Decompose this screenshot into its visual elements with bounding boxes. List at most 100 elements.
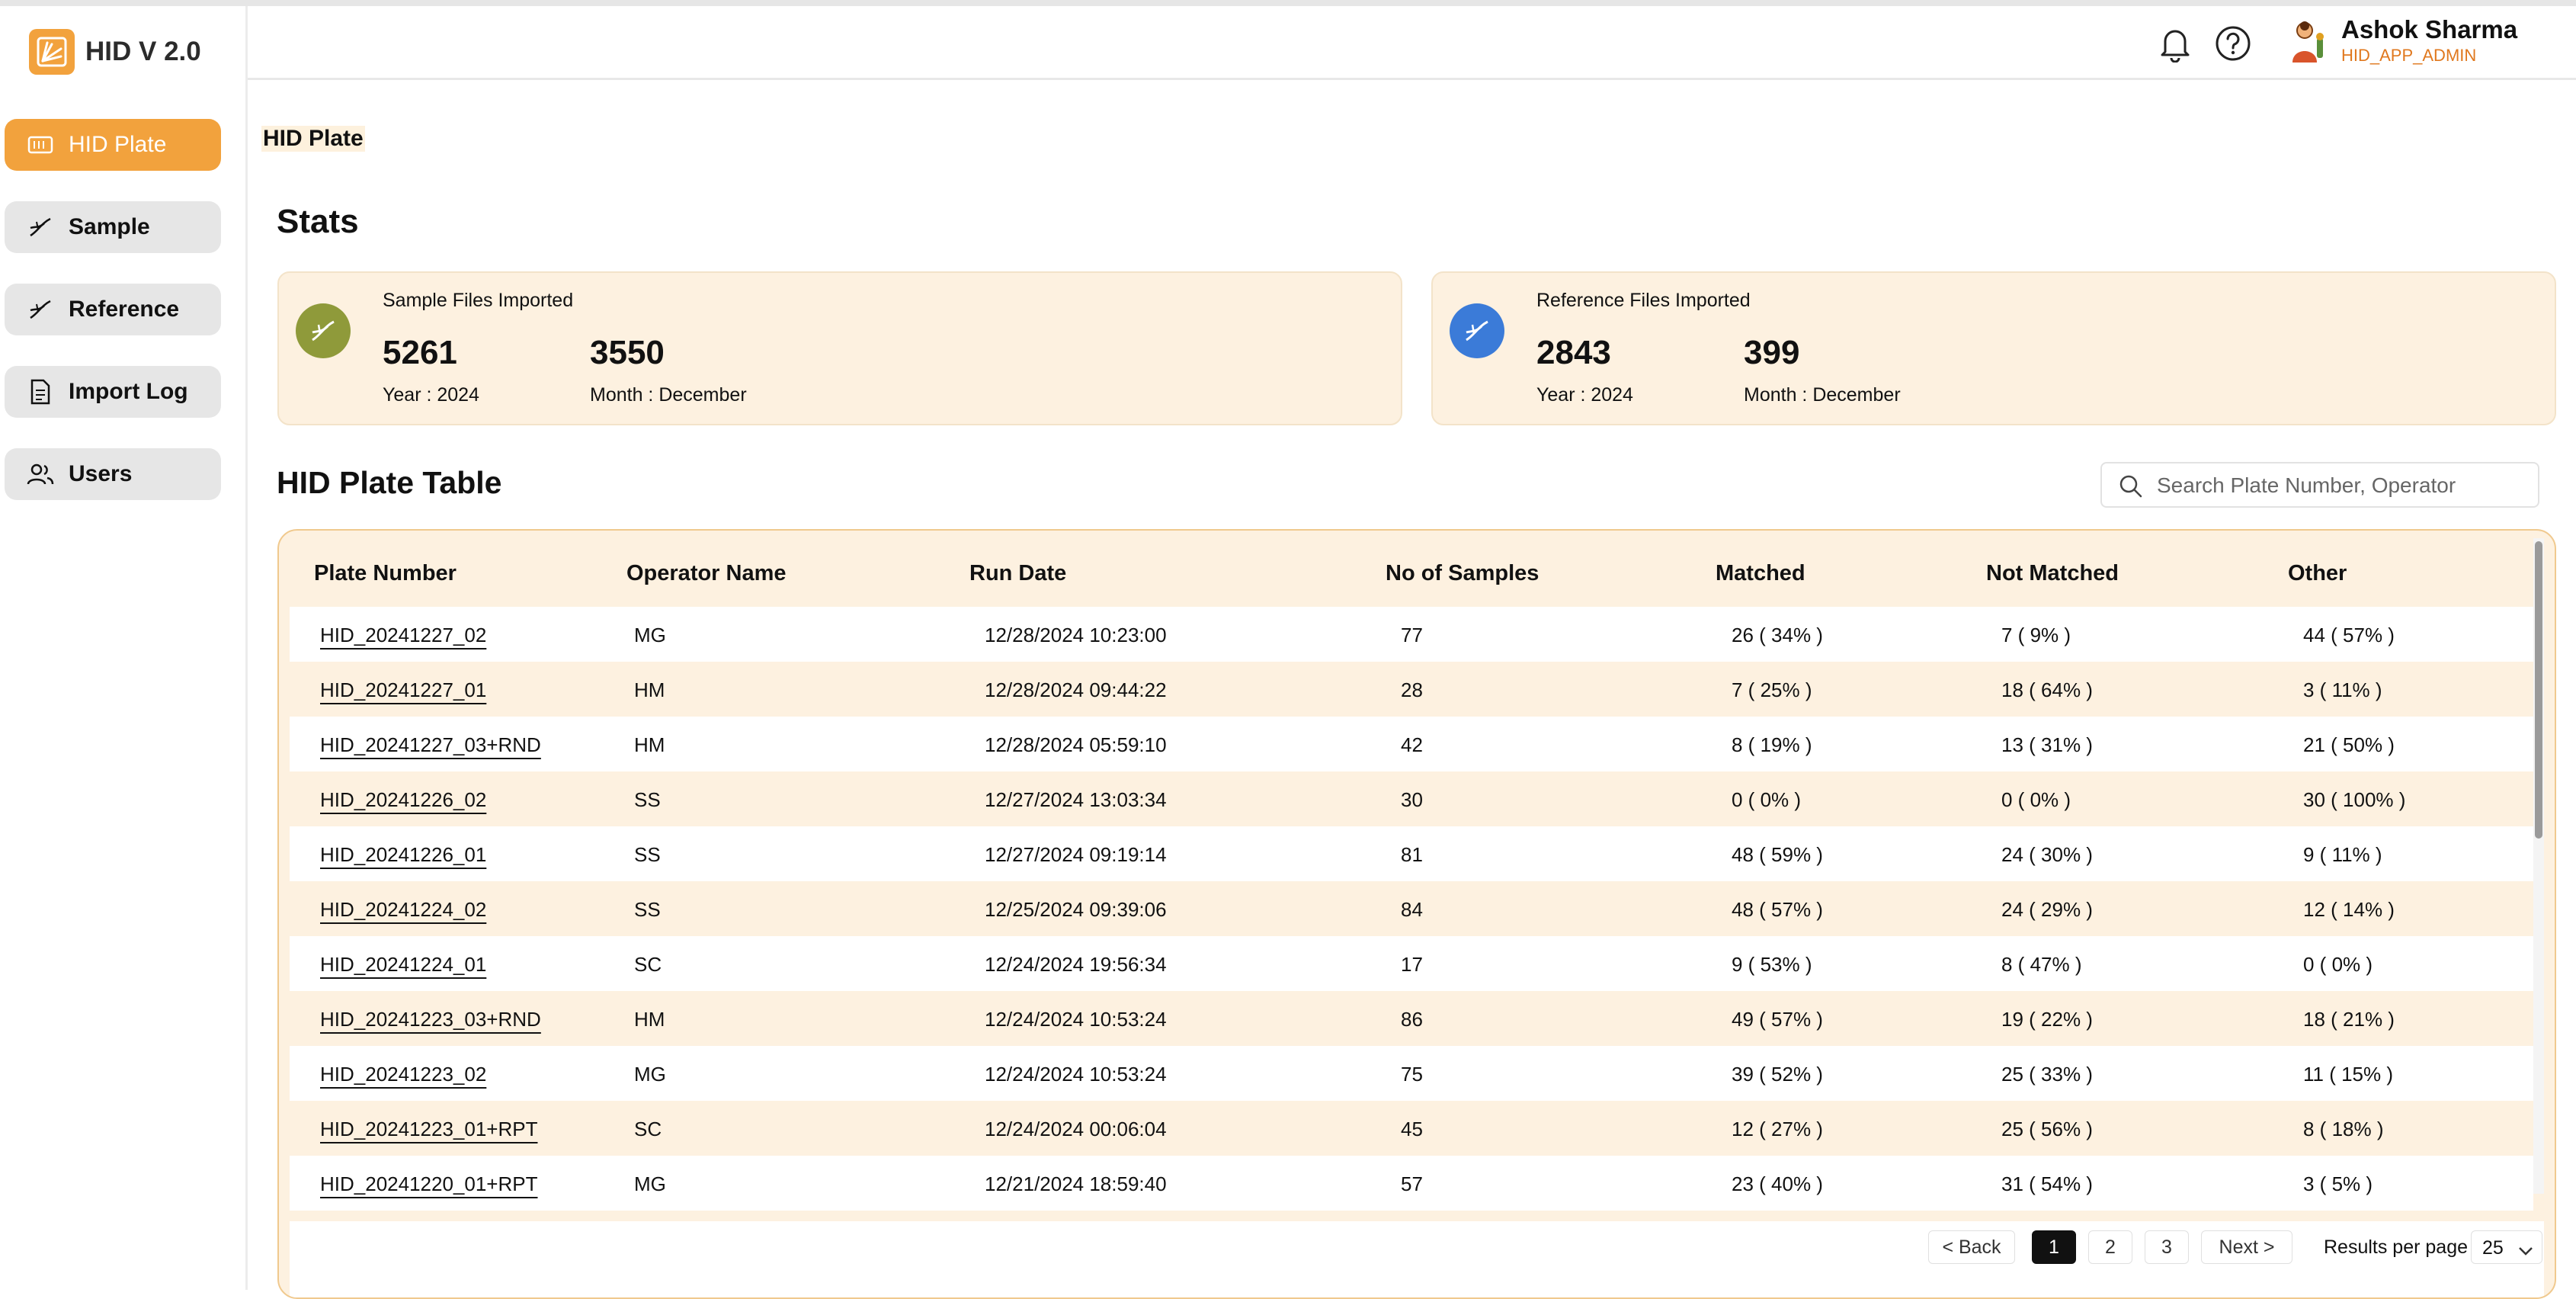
plate-number-link[interactable]: HID_20241224_01 [320,953,486,977]
run-date-cell: 12/24/2024 19:56:34 [985,953,1167,976]
sidebar-item-label: Users [69,461,133,486]
page-button-2[interactable]: 2 [2088,1230,2132,1264]
plate-number-link[interactable]: HID_20241227_01 [320,678,486,702]
operator-name-cell: SC [634,1118,662,1140]
other-cell: 11 ( 15% ) [2303,1063,2394,1086]
not-matched-cell: 24 ( 29% ) [2001,898,2093,921]
table-row: HID_20241227_02 MG 12/28/2024 10:23:00 77 26… [290,607,2533,662]
month-label: Month : December [1744,384,1901,406]
no-of-samples-cell: 57 [1401,1172,1423,1195]
col-matched-header: Matched [1716,561,1805,585]
no-of-samples-cell: 86 [1401,1008,1423,1031]
sidebar-item-reference[interactable]: Reference [5,284,221,335]
help-icon[interactable] [2212,23,2254,64]
operator-name-cell: SC [634,953,662,976]
operator-name-cell: HM [634,1008,665,1031]
operator-name-cell: MG [634,624,666,646]
sidebar-item-users[interactable]: Users [5,448,221,500]
operator-name-cell: SS [634,843,661,866]
not-matched-cell: 25 ( 56% ) [2001,1118,2093,1140]
matched-cell: 0 ( 0% ) [1732,788,1802,811]
sidebar-item-sample[interactable]: Sample [5,201,221,253]
stats-heading: Stats [277,203,359,240]
pagination: < Back 1 2 3 Next > Results per page 25 [290,1221,2544,1297]
plate-number-link[interactable]: HID_20241224_02 [320,898,486,922]
plate-number-link[interactable]: HID_20241220_01+RPT [320,1172,537,1196]
not-matched-cell: 31 ( 54% ) [2001,1172,2093,1195]
operator-name-cell: SS [634,788,661,811]
plate-number-link[interactable]: HID_20241223_02 [320,1063,486,1086]
sidebar-item-hid-plate[interactable]: HID Plate [5,119,221,171]
run-date-cell: 12/27/2024 13:03:34 [985,788,1167,811]
col-no-of-samples-header: No of Samples [1386,561,1540,585]
no-of-samples-cell: 30 [1401,788,1423,811]
year-count: 2843 [1536,334,1611,371]
next-button[interactable]: Next > [2201,1230,2292,1264]
no-of-samples-cell: 75 [1401,1063,1423,1086]
other-cell: 8 ( 18% ) [2303,1118,2384,1140]
run-date-cell: 12/21/2024 18:59:40 [985,1172,1167,1195]
matched-cell: 48 ( 57% ) [1732,898,1823,921]
other-cell: 30 ( 100% ) [2303,788,2406,811]
not-matched-cell: 18 ( 64% ) [2001,678,2093,701]
table-row: HID_20241226_01 SS 12/27/2024 09:19:14 81 48… [290,826,2533,881]
plate-number-link[interactable]: HID_20241223_01+RPT [320,1118,537,1141]
plate-number-link[interactable]: HID_20241226_01 [320,843,486,867]
hid-plate-table: Plate Number Operator Name Run Date No of S… [277,529,2556,1299]
search-input[interactable] [2155,470,2532,502]
reference-files-card: Reference Files Imported 2843 Year : 202… [1431,271,2556,425]
matched-cell: 7 ( 25% ) [1732,678,1812,701]
avatar[interactable] [2286,17,2332,64]
sidebar-item-label: Reference [69,297,180,322]
not-matched-cell: 19 ( 22% ) [2001,1008,2093,1031]
bell-icon[interactable] [2155,23,2196,64]
other-cell: 0 ( 0% ) [2303,953,2373,976]
no-of-samples-cell: 84 [1401,898,1423,921]
table-row: HID_20241227_01 HM 12/28/2024 09:44:22 28 7 … [290,662,2533,717]
run-date-cell: 12/27/2024 09:19:14 [985,843,1167,866]
month-label: Month : December [590,384,747,406]
matched-cell: 23 ( 40% ) [1732,1172,1823,1195]
no-of-samples-cell: 77 [1401,624,1423,646]
back-button[interactable]: < Back [1928,1230,2015,1264]
plate-icon [26,130,55,159]
plate-number-link[interactable]: HID_20241223_03+RND [320,1008,541,1031]
not-matched-cell: 8 ( 47% ) [2001,953,2082,976]
matched-cell: 26 ( 34% ) [1732,624,1823,646]
plate-number-link[interactable]: HID_20241227_02 [320,624,486,647]
col-operator-name-header: Operator Name [626,561,787,585]
not-matched-cell: 24 ( 30% ) [2001,843,2093,866]
dna-icon [296,303,351,358]
search-icon [2117,473,2145,504]
operator-name-cell: SS [634,898,661,921]
not-matched-cell: 25 ( 33% ) [2001,1063,2093,1086]
run-date-cell: 12/24/2024 10:53:24 [985,1063,1167,1086]
plate-number-link[interactable]: HID_20241226_02 [320,788,486,812]
chevron-down-icon [2517,1240,2534,1262]
other-cell: 18 ( 21% ) [2303,1008,2395,1031]
other-cell: 9 ( 11% ) [2303,843,2382,866]
operator-name-cell: HM [634,678,665,701]
run-date-cell: 12/25/2024 09:39:06 [985,898,1167,921]
matched-cell: 49 ( 57% ) [1732,1008,1823,1031]
no-of-samples-cell: 17 [1401,953,1423,976]
other-cell: 44 ( 57% ) [2303,624,2395,646]
results-per-page-select[interactable]: 25 [2471,1230,2542,1264]
page-button-1[interactable]: 1 [2032,1230,2076,1264]
search-box [2100,462,2539,508]
user-name: Ashok Sharma [2341,15,2518,43]
breadcrumb: HID Plate [261,126,365,152]
col-run-date-header: Run Date [969,561,1067,585]
no-of-samples-cell: 45 [1401,1118,1423,1140]
other-cell: 21 ( 50% ) [2303,733,2395,756]
top-header [248,6,2576,80]
sidebar-item-import-log[interactable]: Import Log [5,366,221,418]
results-per-page-label: Results per page [2324,1236,2469,1258]
run-date-cell: 12/28/2024 05:59:10 [985,733,1167,756]
scrollbar-thumb[interactable] [2535,541,2542,839]
plate-number-link[interactable]: HID_20241227_03+RND [320,733,541,757]
page-button-3[interactable]: 3 [2145,1230,2189,1264]
table-row: HID_20241223_03+RND HM 12/24/2024 10:53:24… [290,991,2533,1046]
operator-name-cell: HM [634,733,665,756]
other-cell: 3 ( 5% ) [2303,1172,2373,1195]
